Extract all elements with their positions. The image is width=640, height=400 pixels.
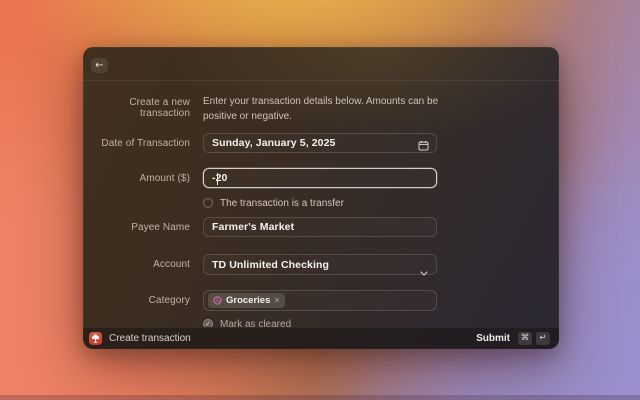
chevron-down-icon (420, 263, 428, 281)
account-value: TD Unlimited Checking (212, 259, 329, 271)
payee-value: Farmer's Market (212, 221, 294, 233)
category-tag-name: Groceries (226, 295, 270, 306)
back-arrow-icon: ← (95, 61, 103, 71)
amount-label: Amount ($) (83, 173, 190, 184)
transfer-checkbox-label[interactable]: The transaction is a transfer (220, 198, 344, 209)
submit-button[interactable]: Submit ⌘ ↵ (476, 332, 550, 345)
payee-label: Payee Name (83, 222, 190, 233)
account-select[interactable]: TD Unlimited Checking (203, 254, 437, 275)
submit-label: Submit (476, 333, 510, 344)
create-transaction-window: ← Create a new transaction Enter your tr… (83, 47, 559, 349)
category-row: Category Groceries × (83, 290, 559, 311)
amount-row: Amount ($) -20 (83, 168, 559, 188)
category-tag: Groceries × (208, 293, 285, 308)
transfer-row: ✓ The transaction is a transfer (83, 197, 559, 209)
category-picker[interactable]: Groceries × (203, 290, 437, 311)
remove-tag-icon[interactable]: × (274, 296, 279, 305)
amount-input[interactable]: -20 (203, 168, 437, 188)
transfer-checkbox[interactable]: ✓ (203, 198, 213, 208)
category-label: Category (83, 295, 190, 306)
text-caret (217, 173, 218, 185)
form-content: Create a new transaction Enter your tran… (83, 81, 559, 327)
form-intro-row: Create a new transaction Enter your tran… (83, 93, 559, 124)
lunch-money-app-icon (89, 332, 102, 345)
date-row: Date of Transaction Sunday, January 5, 2… (83, 133, 559, 153)
account-label: Account (83, 259, 190, 270)
cleared-checkbox[interactable]: ✓ (203, 319, 213, 327)
payee-input[interactable]: Farmer's Market (203, 217, 437, 237)
desktop-wallpaper: ← Create a new transaction Enter your tr… (0, 0, 640, 400)
date-field[interactable]: Sunday, January 5, 2025 (203, 133, 437, 153)
account-row: Account TD Unlimited Checking (83, 254, 559, 275)
calendar-icon[interactable] (418, 138, 429, 156)
payee-row: Payee Name Farmer's Market (83, 217, 559, 237)
intro-label: Create a new transaction (83, 93, 190, 119)
window-header: ← (83, 47, 559, 81)
cleared-row: ✓ Mark as cleared (83, 318, 559, 327)
category-dot-icon (213, 292, 222, 310)
command-key-icon: ⌘ (518, 332, 532, 345)
footer-command-title: Create transaction (109, 333, 191, 344)
back-button[interactable]: ← (91, 58, 108, 73)
date-value: Sunday, January 5, 2025 (212, 137, 336, 149)
return-key-icon: ↵ (536, 332, 550, 345)
intro-description: Enter your transaction details below. Am… (203, 93, 443, 124)
window-footer: Create transaction Submit ⌘ ↵ (83, 327, 559, 349)
cleared-checkbox-label[interactable]: Mark as cleared (220, 319, 291, 328)
amount-value: -20 (212, 172, 227, 184)
date-label: Date of Transaction (83, 138, 190, 149)
